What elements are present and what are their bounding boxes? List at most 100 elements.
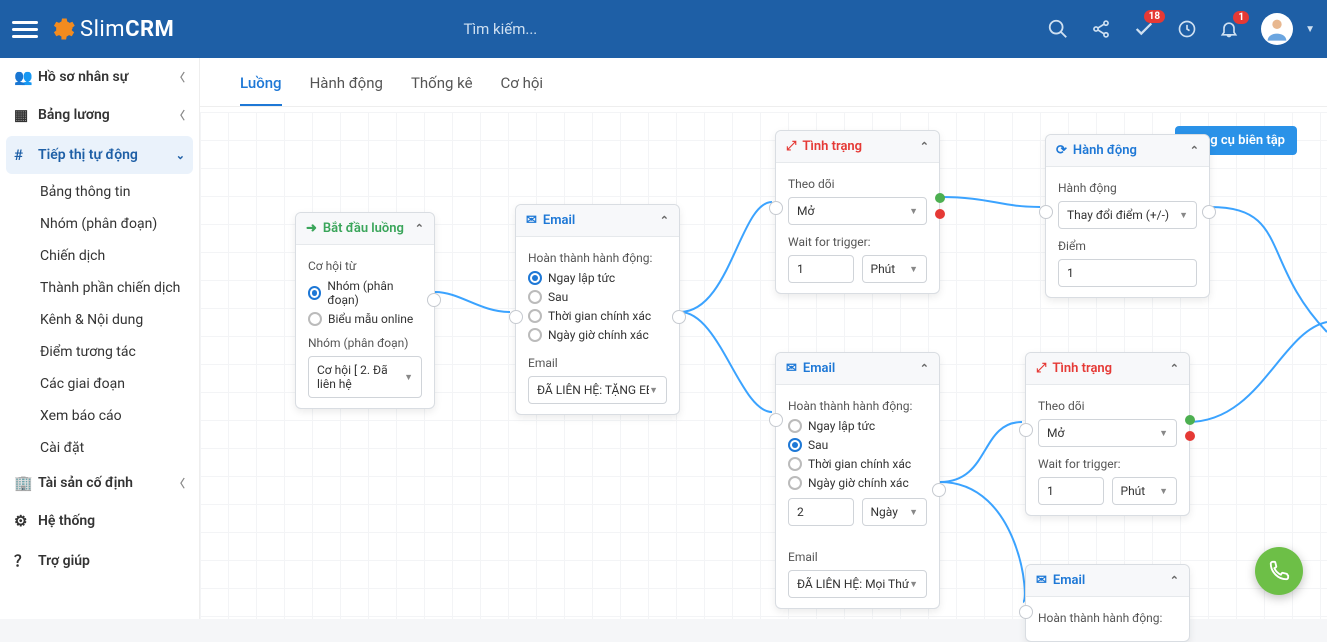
- radio-exact-time[interactable]: Thời gian chính xác: [788, 457, 927, 471]
- share-icon[interactable]: [1091, 19, 1111, 39]
- sidebar-sub-channel[interactable]: Kênh & Nội dung: [0, 304, 199, 336]
- output-port[interactable]: [672, 310, 686, 324]
- chevron-up-icon[interactable]: ⌃: [415, 222, 424, 235]
- sidebar-item-system[interactable]: ⚙ Hệ thống: [0, 502, 199, 540]
- sidebar-item-marketing[interactable]: # Tiếp thị tự động ⌄: [6, 136, 193, 174]
- tab-stats[interactable]: Thống kê: [411, 74, 473, 106]
- sidebar: 👥 Hồ sơ nhân sự 〈 ▦ Bảng lương 〈 # Tiếp …: [0, 58, 200, 619]
- radio-segment[interactable]: Nhóm (phân đoạn): [308, 279, 422, 307]
- output-port-success[interactable]: [1185, 415, 1195, 425]
- output-port-fail[interactable]: [935, 209, 945, 219]
- expand-icon: ⤢: [1036, 361, 1046, 376]
- radio-exact-time[interactable]: Thời gian chính xác: [528, 309, 667, 323]
- segment-select[interactable]: Cơ hội [ 2. Đã liên hệ▼: [308, 356, 422, 398]
- sidebar-label: Hệ thống: [38, 513, 95, 529]
- email-template-select[interactable]: ĐÃ LIÊN HỆ: Mọi Thứ Về B▼: [788, 570, 927, 598]
- radio-after[interactable]: Sau: [788, 438, 927, 452]
- menu-toggle-icon[interactable]: [12, 17, 38, 42]
- card-header[interactable]: ⤢ Tình trạng ⌃: [1026, 353, 1189, 385]
- radio-after[interactable]: Sau: [528, 290, 667, 304]
- delay-number-input[interactable]: 2: [788, 498, 854, 526]
- help-icon: ？: [14, 550, 38, 571]
- caret-down-icon: ▼: [1179, 210, 1188, 221]
- wait-number-input[interactable]: 1: [1038, 477, 1104, 505]
- search-placeholder: Tìm kiếm...: [464, 20, 538, 38]
- wait-number-input[interactable]: 1: [788, 255, 854, 283]
- wait-unit-select[interactable]: Phút▼: [1112, 477, 1178, 505]
- hash-icon: #: [14, 146, 38, 164]
- output-port[interactable]: [1202, 205, 1216, 219]
- input-port[interactable]: [1019, 423, 1033, 437]
- sidebar-item-hr[interactable]: 👥 Hồ sơ nhân sự 〈: [0, 58, 199, 96]
- tab-action[interactable]: Hành động: [310, 74, 383, 106]
- wait-unit-select[interactable]: Phút▼: [862, 255, 928, 283]
- follow-select[interactable]: Mở▼: [788, 197, 927, 225]
- chevron-up-icon[interactable]: ⌃: [920, 140, 929, 153]
- card-header[interactable]: ➜ Bắt đầu luồng ⌃: [296, 213, 434, 245]
- call-fab[interactable]: [1255, 547, 1303, 595]
- field-label: Email: [788, 550, 927, 564]
- card-action[interactable]: ⟳ Hành động ⌃ Hành động Thay đổi điểm (+…: [1045, 134, 1210, 298]
- input-port[interactable]: [509, 310, 523, 324]
- chevron-up-icon[interactable]: ⌃: [660, 214, 669, 227]
- radio-exact-datetime[interactable]: Ngày giờ chính xác: [528, 328, 667, 342]
- chevron-up-icon[interactable]: ⌃: [1170, 574, 1179, 587]
- follow-select[interactable]: Mở▼: [1038, 419, 1177, 447]
- flow-canvas[interactable]: Công cụ biên tập ➜ Bắt đầu luồng ⌃ Cơ hộ…: [200, 112, 1327, 619]
- input-port[interactable]: [1019, 605, 1033, 619]
- sidebar-item-payroll[interactable]: ▦ Bảng lương 〈: [0, 96, 199, 134]
- card-email-2[interactable]: ✉ Email ⌃ Hoàn thành hành động: Ngay lập…: [775, 352, 940, 609]
- field-label: Wait for trigger:: [788, 235, 927, 249]
- sidebar-sub-segment[interactable]: Nhóm (phân đoạn): [0, 208, 199, 240]
- chevron-up-icon[interactable]: ⌃: [1170, 362, 1179, 375]
- card-header[interactable]: ✉ Email ⌃: [1026, 565, 1189, 597]
- card-email-3[interactable]: ✉ Email ⌃ Hoàn thành hành động:: [1025, 564, 1190, 642]
- output-port[interactable]: [427, 293, 441, 307]
- radio-online-form[interactable]: Biểu mẫu online: [308, 312, 422, 326]
- sidebar-item-help[interactable]: ？ Trợ giúp: [0, 540, 199, 581]
- sidebar-sub-campaign-component[interactable]: Thành phần chiến dịch: [0, 272, 199, 304]
- input-port[interactable]: [1039, 205, 1053, 219]
- brand-logo[interactable]: SlimCRM: [80, 17, 174, 42]
- card-status-2[interactable]: ⤢ Tình trạng ⌃ Theo dõi Mở▼ Wait for tri…: [1025, 352, 1190, 516]
- card-header[interactable]: ⤢ Tình trạng ⌃: [776, 131, 939, 163]
- radio-now[interactable]: Ngay lập tức: [528, 271, 667, 285]
- radio-now[interactable]: Ngay lập tức: [788, 419, 927, 433]
- delay-unit-select[interactable]: Ngày▼: [862, 498, 928, 526]
- chevron-up-icon[interactable]: ⌃: [1190, 144, 1199, 157]
- avatar[interactable]: [1261, 13, 1293, 45]
- output-port[interactable]: [932, 483, 946, 497]
- bell-icon[interactable]: 1: [1219, 19, 1239, 39]
- sidebar-sub-dashboard[interactable]: Bảng thông tin: [0, 176, 199, 208]
- check-icon[interactable]: 18: [1133, 18, 1155, 40]
- tab-opportunity[interactable]: Cơ hội: [501, 74, 544, 106]
- input-port[interactable]: [769, 201, 783, 215]
- email-template-select[interactable]: ĐÃ LIÊN HỆ: TẶNG EBOOK▼: [528, 376, 667, 404]
- sidebar-sub-stages[interactable]: Các giai đoạn: [0, 368, 199, 400]
- radio-icon: [528, 290, 542, 304]
- bell-badge: 1: [1233, 11, 1249, 24]
- search-icon[interactable]: [1047, 18, 1069, 40]
- chevron-up-icon[interactable]: ⌃: [920, 362, 929, 375]
- card-status-1[interactable]: ⤢ Tình trạng ⌃ Theo dõi Mở▼ Wait for tri…: [775, 130, 940, 294]
- sidebar-sub-touchpoint[interactable]: Điểm tương tác: [0, 336, 199, 368]
- sidebar-item-assets[interactable]: 🏢 Tài sản cố định 〈: [0, 464, 199, 502]
- point-input[interactable]: 1: [1058, 259, 1197, 287]
- card-header[interactable]: ✉ Email ⌃: [516, 205, 679, 237]
- output-port-success[interactable]: [935, 193, 945, 203]
- tab-flow[interactable]: Luồng: [240, 74, 282, 106]
- sidebar-sub-campaign[interactable]: Chiến dịch: [0, 240, 199, 272]
- card-header[interactable]: ✉ Email ⌃: [776, 353, 939, 385]
- card-email-1[interactable]: ✉ Email ⌃ Hoàn thành hành động: Ngay lập…: [515, 204, 680, 415]
- global-search[interactable]: Tìm kiếm...: [464, 20, 864, 38]
- sidebar-sub-settings[interactable]: Cài đặt: [0, 432, 199, 464]
- clock-icon[interactable]: [1177, 19, 1197, 39]
- card-header[interactable]: ⟳ Hành động ⌃: [1046, 135, 1209, 167]
- input-port[interactable]: [769, 413, 783, 427]
- profile-caret-icon[interactable]: ▼: [1305, 24, 1315, 35]
- radio-exact-datetime[interactable]: Ngày giờ chính xác: [788, 476, 927, 490]
- action-select[interactable]: Thay đổi điểm (+/-)▼: [1058, 201, 1197, 229]
- output-port-fail[interactable]: [1185, 431, 1195, 441]
- card-start-flow[interactable]: ➜ Bắt đầu luồng ⌃ Cơ hội từ Nhóm (phân đ…: [295, 212, 435, 409]
- sidebar-sub-report[interactable]: Xem báo cáo: [0, 400, 199, 432]
